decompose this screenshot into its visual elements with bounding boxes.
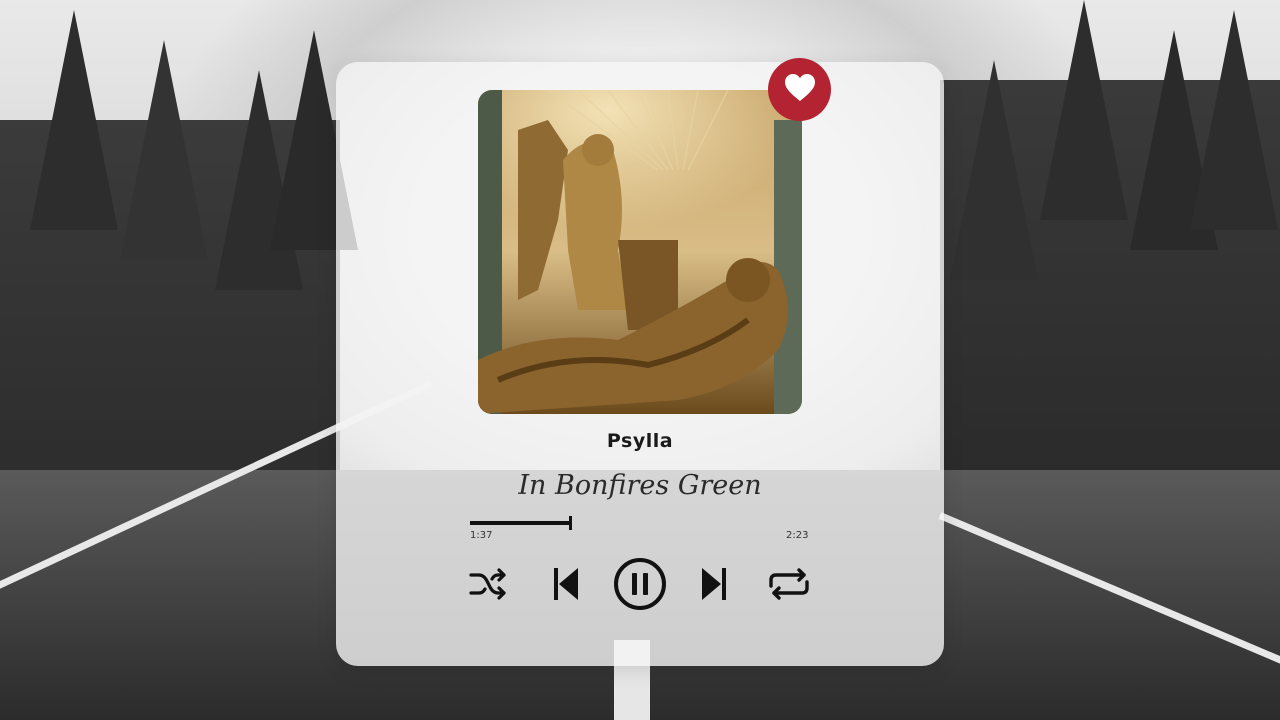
tree bbox=[950, 60, 1038, 280]
track-title: In Bonfires Green bbox=[518, 470, 762, 501]
tree bbox=[1190, 10, 1278, 230]
progress-bar[interactable] bbox=[470, 516, 810, 530]
progress-handle[interactable] bbox=[569, 516, 572, 530]
tree bbox=[30, 10, 118, 230]
tree bbox=[120, 40, 208, 260]
play-pause-button[interactable] bbox=[612, 558, 668, 614]
repeat-button[interactable] bbox=[766, 566, 812, 606]
heart-icon bbox=[784, 73, 816, 107]
tree bbox=[1040, 0, 1128, 220]
skip-previous-icon bbox=[551, 566, 581, 606]
skip-next-icon bbox=[699, 566, 729, 606]
pause-icon bbox=[613, 557, 667, 615]
shuffle-icon bbox=[468, 567, 508, 605]
artist-name: Psylla bbox=[606, 430, 674, 452]
favorite-button[interactable] bbox=[768, 58, 831, 121]
album-art-image bbox=[478, 90, 802, 414]
shuffle-button[interactable] bbox=[466, 566, 510, 606]
previous-button[interactable] bbox=[546, 566, 586, 606]
album-art bbox=[478, 90, 802, 414]
time-total: 2:23 bbox=[786, 530, 809, 541]
repeat-icon bbox=[767, 566, 811, 606]
next-button[interactable] bbox=[694, 566, 734, 606]
progress-fill bbox=[470, 521, 569, 525]
time-elapsed: 1:37 bbox=[470, 530, 493, 541]
